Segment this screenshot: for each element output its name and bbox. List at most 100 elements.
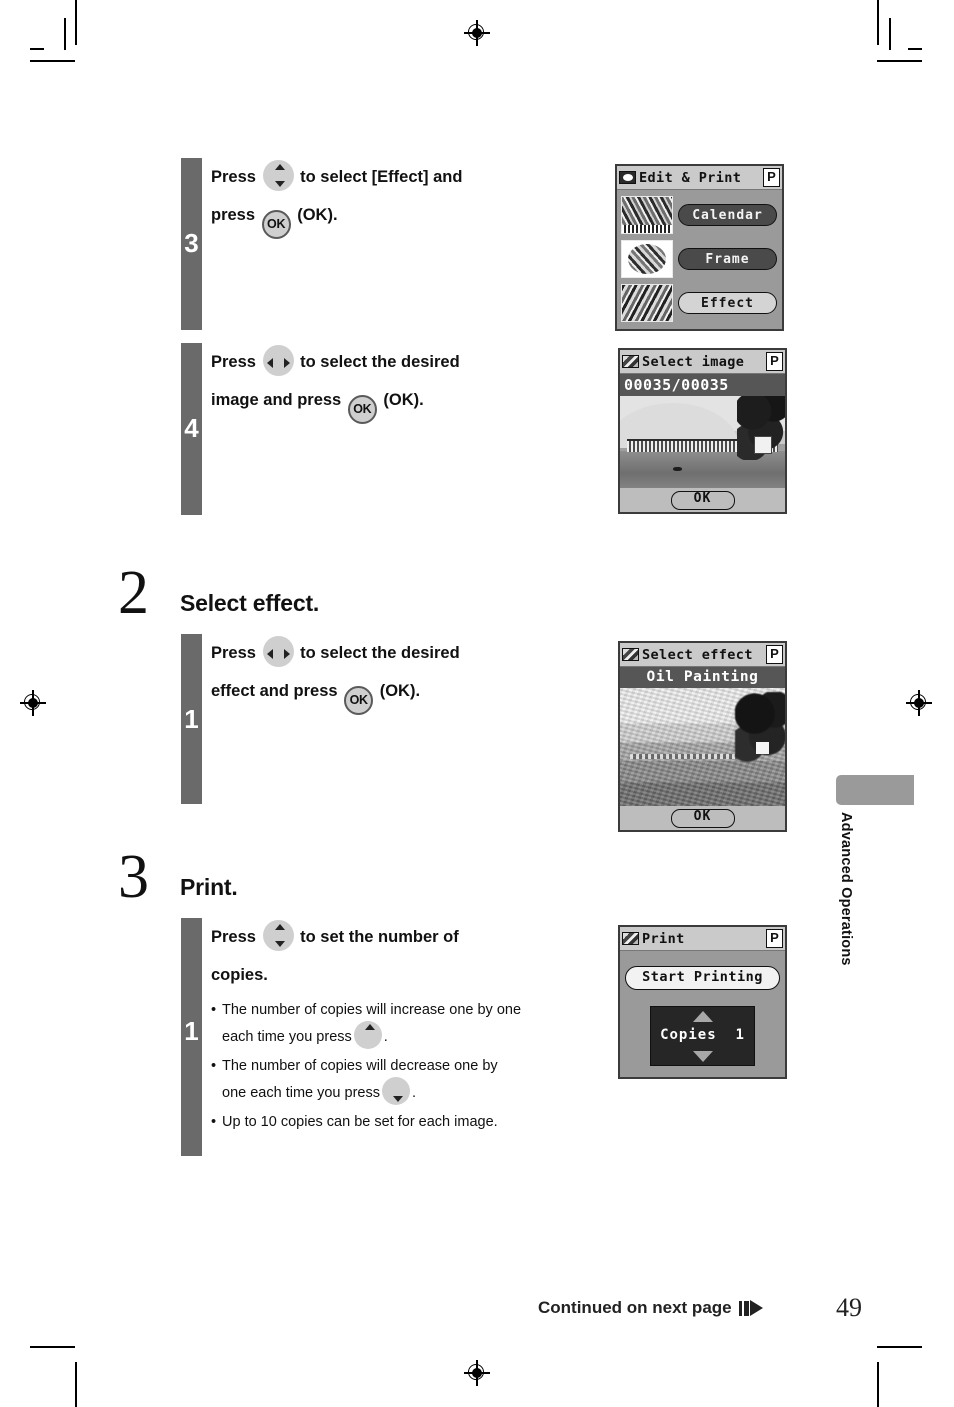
crop-mark-br-v — [877, 1362, 879, 1407]
step-bar-4: 4 — [181, 343, 202, 515]
copies-down-arrow-icon[interactable] — [692, 1051, 713, 1062]
registration-mark-bottom — [464, 1360, 490, 1386]
crop-mark-tr-h2 — [908, 48, 922, 50]
photo-icon — [622, 355, 639, 368]
updown-button-icon — [262, 160, 294, 191]
effect-button[interactable]: Effect — [678, 292, 777, 314]
step-number-4: 4 — [184, 413, 199, 443]
frame-thumbnail — [621, 240, 673, 278]
note-2-line-2: one each time you press. — [222, 1076, 521, 1110]
step-number-2-1: 1 — [184, 704, 199, 734]
substep-3-line-1: Press to select [Effect] and — [211, 158, 462, 196]
crop-mark-tl-h2 — [30, 48, 44, 50]
substep-2-1-text: Press to select the desired effect and p… — [202, 634, 460, 804]
lcd-select-effect: Select effect P Oil Painting OK — [618, 641, 787, 832]
note-1-line-1: The number of copies will increase one b… — [222, 1002, 522, 1018]
image-preview — [620, 396, 785, 488]
manual-page: 3 Press to select [Effect] and press OK … — [0, 0, 954, 1407]
frame-button[interactable]: Frame — [678, 248, 777, 270]
down-button-icon — [381, 1077, 410, 1105]
substep-4-line-2: image and press OK (OK). — [211, 381, 460, 424]
calendar-button[interactable]: Calendar — [678, 204, 777, 226]
crop-mark-tr-v2 — [889, 18, 891, 50]
section-3-head: 3 Print. — [118, 843, 238, 911]
registration-mark-left — [20, 690, 46, 716]
continued-footer: Continued on next page — [538, 1298, 763, 1318]
substep-4-line-1-pre: Press — [211, 353, 261, 371]
substep-3-line-2-mid: (OK). — [292, 206, 338, 224]
copies-stepper[interactable]: Copies 1 — [650, 1006, 755, 1066]
screen-icon — [619, 171, 636, 184]
note-item-2: • The number of copies will decrease one… — [211, 1056, 521, 1110]
bullet-1: • — [211, 1002, 217, 1018]
crop-mark-tr-h — [877, 60, 922, 62]
substep-4: 4 Press to select the desired image and … — [181, 343, 460, 515]
substep-3: 3 Press to select [Effect] and press OK … — [181, 158, 462, 330]
substep-3-line-2: press OK (OK). — [211, 196, 462, 239]
substep-2-1-line-2-mid: (OK). — [375, 682, 421, 700]
section-2: 2 Select effect. — [118, 559, 320, 627]
substep-3-line-1-pre: Press — [211, 168, 261, 186]
crop-mark-tl-v — [75, 0, 77, 45]
continued-label: Continued on next page — [538, 1298, 732, 1317]
substep-3-1-line-1-mid: to set the number of — [295, 928, 459, 946]
edit-print-row-effect[interactable]: Effect — [617, 281, 782, 325]
note-1-line-2: each time you press. — [222, 1020, 521, 1054]
copies-up-arrow-icon[interactable] — [692, 1011, 713, 1022]
start-printing-button[interactable]: Start Printing — [625, 966, 780, 990]
lcd-edit-print-title: Edit & Print — [639, 169, 742, 186]
note-2-line-1: The number of copies will decrease one b… — [222, 1058, 498, 1074]
photo-icon — [622, 648, 639, 661]
substep-3-1-line-1: Press to set the number of — [211, 918, 521, 956]
lcd-edit-print-body: Calendar Frame Effect — [617, 190, 782, 329]
substep-3-line-2-pre: press — [211, 206, 260, 224]
shed-shape — [756, 742, 769, 754]
note-2-line-2-text: one each time you press — [222, 1085, 380, 1101]
substep-3-1-line-2: copies. — [211, 966, 268, 984]
updown-button-icon — [262, 920, 294, 951]
p-badge-icon: P — [766, 929, 783, 948]
ok-button-icon: OK — [344, 686, 374, 715]
note-item-3: • Up to 10 copies can be set for each im… — [211, 1112, 521, 1132]
bullet-3: • — [211, 1114, 217, 1130]
lcd-select-image: Select image P 00035/00035 OK — [618, 348, 787, 514]
section-2-number: 2 — [118, 559, 149, 627]
bridge-streak-shape — [629, 754, 746, 760]
substep-2-1-line-1-mid: to select the desired — [295, 644, 460, 662]
note-1-line-2-text: each time you press — [222, 1029, 352, 1045]
substep-4-line-2-mid: (OK). — [378, 391, 424, 409]
lcd-select-effect-okbar: OK — [620, 806, 785, 830]
substep-4-line-1-mid: to select the desired — [295, 353, 460, 371]
substep-3-1-text: Press to set the number of copies. • The… — [202, 918, 521, 1156]
page-number: 49 — [836, 1293, 862, 1322]
step-number-3-1: 1 — [184, 1016, 199, 1046]
edit-print-row-frame[interactable]: Frame — [617, 237, 782, 281]
section-2-title: Select effect. — [180, 589, 320, 616]
next-page-arrow-icon — [738, 1300, 763, 1316]
side-tab-label: Advanced Operations — [838, 812, 854, 966]
substep-4-line-1: Press to select the desired — [211, 343, 460, 381]
ok-button[interactable]: OK — [670, 808, 735, 828]
lcd-print: Print P Start Printing Copies 1 — [618, 925, 787, 1079]
lcd-edit-print: Edit & Print P Calendar Frame Effect — [615, 164, 784, 331]
copies-value-label: Copies 1 — [660, 1027, 745, 1043]
calendar-thumbnail — [621, 196, 673, 234]
photo-icon — [622, 932, 639, 945]
image-counter: 00035/00035 — [620, 374, 785, 396]
substep-2-1: 1 Press to select the desired effect and… — [181, 634, 460, 804]
leftright-button-icon — [262, 345, 294, 376]
substep-4-text: Press to select the desired image and pr… — [202, 343, 460, 515]
ok-button[interactable]: OK — [670, 490, 735, 510]
lcd-select-effect-titlebar: Select effect P — [620, 643, 785, 667]
step-bar-3: 3 — [181, 158, 202, 330]
crop-mark-tl-h — [30, 60, 75, 62]
lcd-print-body: Start Printing Copies 1 — [620, 951, 785, 1077]
substep-3-1: 1 Press to set the number of copies. • T… — [181, 918, 521, 1156]
ok-button-icon: OK — [261, 210, 291, 239]
section-3-number: 3 — [118, 843, 149, 911]
lcd-select-image-title: Select image — [642, 353, 745, 370]
substep-2-1-line-2: effect and press OK (OK). — [211, 672, 460, 715]
crop-mark-bl-h — [30, 1346, 75, 1348]
registration-mark-right — [906, 690, 932, 716]
edit-print-row-calendar[interactable]: Calendar — [617, 193, 782, 237]
